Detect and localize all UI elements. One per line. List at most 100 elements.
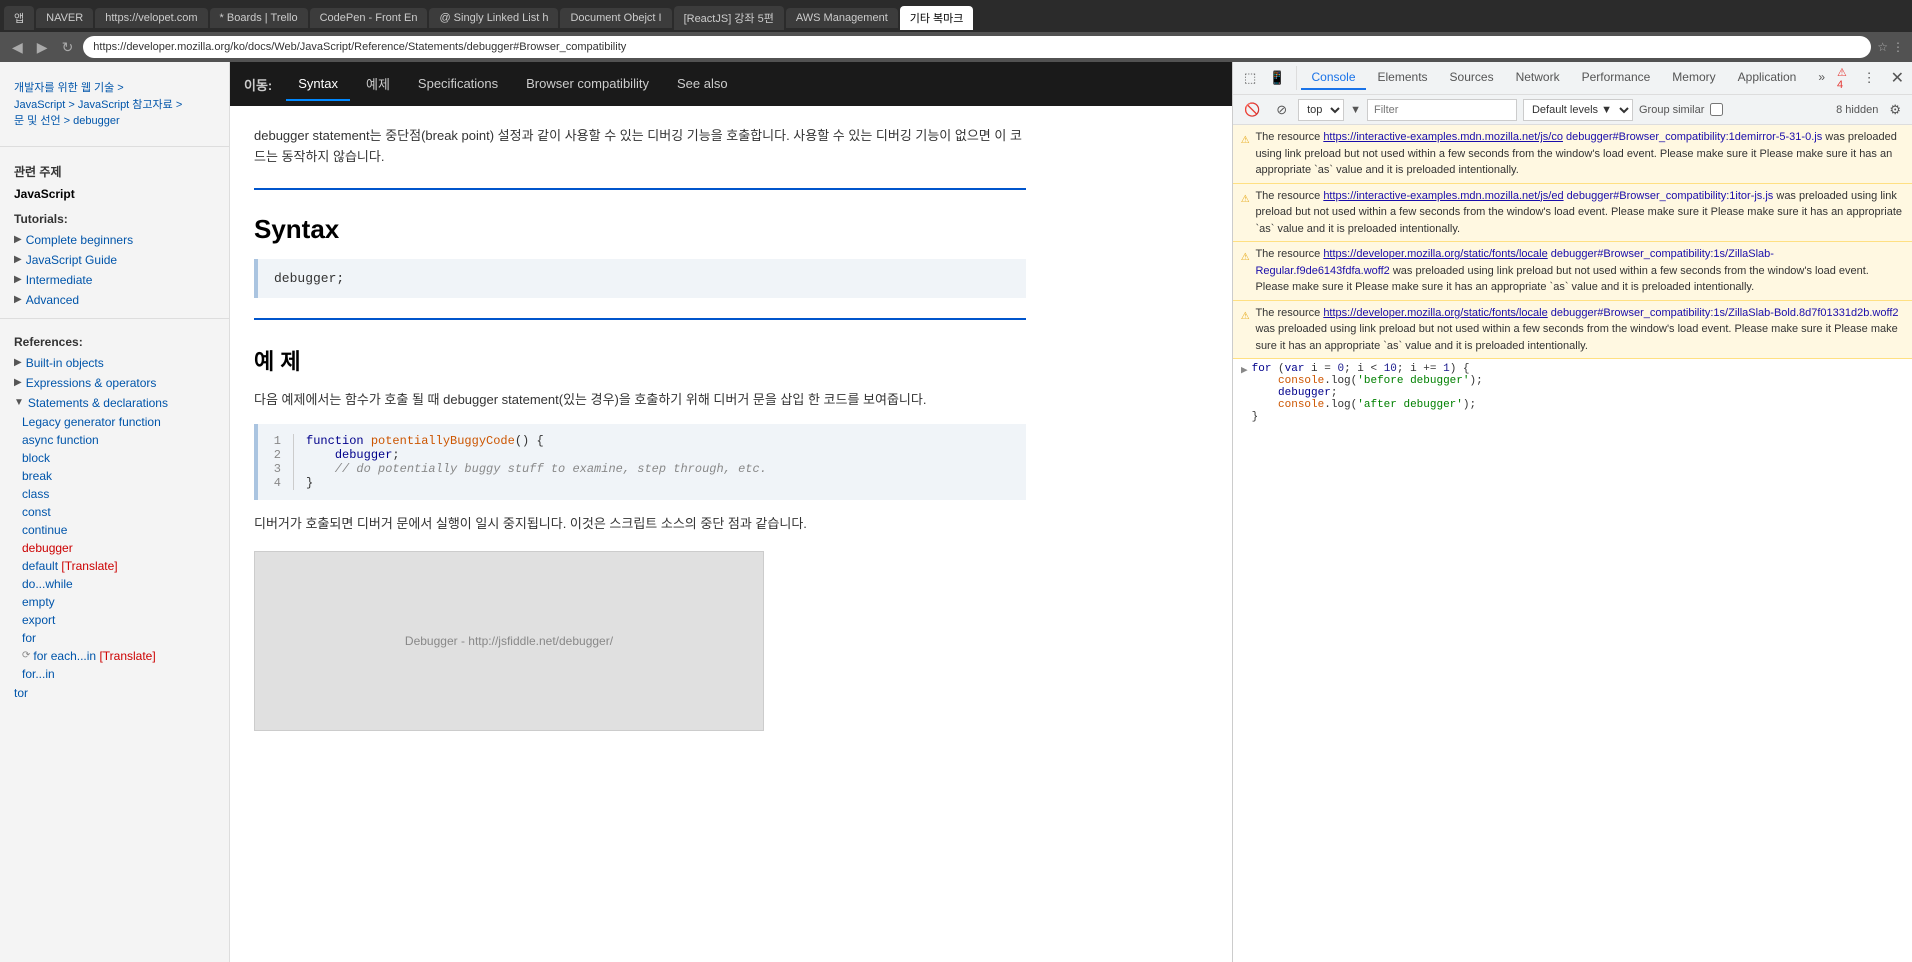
tab-codepen[interactable]: CodePen - Front En xyxy=(310,8,428,28)
references-label: References: xyxy=(0,327,229,353)
tab-reactjs[interactable]: [ReactJS] 강좌 5편 xyxy=(674,6,784,30)
context-select[interactable]: top xyxy=(1298,99,1344,121)
sidebar-item-tor[interactable]: tor xyxy=(0,683,229,703)
sidebar-item-advanced[interactable]: ▶ Advanced xyxy=(0,290,229,310)
warning-icon-4: ⚠ xyxy=(1241,306,1249,327)
related-section-title: 관련 주제 xyxy=(0,155,229,184)
sidebar-item-class[interactable]: class xyxy=(22,485,229,503)
sidebar-item-expressions[interactable]: ▶ Expressions & operators xyxy=(0,373,229,393)
group-similar-checkbox[interactable] xyxy=(1710,103,1723,116)
sidebar-item-label: Expressions & operators xyxy=(26,376,157,390)
devtools-settings-icon[interactable]: ⚙ xyxy=(1884,100,1906,120)
content-area: 이동: Syntax 예제 Specifications Browser com… xyxy=(230,62,1232,962)
tab-see-also[interactable]: See also xyxy=(665,68,740,101)
devtools-mobile-icon[interactable]: 📱 xyxy=(1264,68,1290,88)
console-warning-4: ⚠ The resource https://developer.mozilla… xyxy=(1233,301,1912,360)
expand-arrow-icon: ▶ xyxy=(14,294,22,305)
tab-syntax[interactable]: Syntax xyxy=(286,68,350,101)
sidebar-item-complete-beginners[interactable]: ▶ Complete beginners xyxy=(0,230,229,250)
main-container: 개발자를 위한 웹 기술 >JavaScript > JavaScript 참고… xyxy=(0,62,1912,962)
tab-trello[interactable]: * Boards | Trello xyxy=(210,8,308,28)
filter-input[interactable] xyxy=(1367,99,1517,121)
tab-example[interactable]: 예제 xyxy=(354,66,402,103)
tab-current[interactable]: 기타 복마크 xyxy=(900,6,974,30)
warning-link-2[interactable]: https://interactive-examples.mdn.mozilla… xyxy=(1323,190,1563,202)
devtools-tab-sources[interactable]: Sources xyxy=(1440,66,1504,90)
example-intro: 다음 예제에서는 함수가 호출 될 때 debugger statement(있… xyxy=(254,390,1026,411)
address-input[interactable] xyxy=(83,36,1871,58)
forward-button[interactable]: ▶ xyxy=(33,37,52,58)
warning-link-3[interactable]: https://developer.mozilla.org/static/fon… xyxy=(1323,248,1547,260)
devtools-close-button[interactable]: ✕ xyxy=(1887,68,1908,88)
sidebar-item-break[interactable]: break xyxy=(22,467,229,485)
example-heading: 예 제 xyxy=(254,344,1026,376)
tab-naver[interactable]: NAVER xyxy=(36,8,93,28)
sidebar-item-continue[interactable]: continue xyxy=(22,521,229,539)
sidebar-item-for[interactable]: for xyxy=(22,629,229,647)
warning-icon-2: ⚠ xyxy=(1241,189,1249,210)
devtools-inspect-icon[interactable]: ⬚ xyxy=(1239,68,1261,88)
example-code-block: 1 function potentiallyBuggyCode() { 2 de… xyxy=(254,424,1026,500)
warning-icon-3: ⚠ xyxy=(1241,247,1249,268)
sidebar-item-statements[interactable]: ▼ Statements & declarations xyxy=(0,393,229,413)
warning-link-anchor-4[interactable]: debugger#Browser_compatibility:1s/ZillaS… xyxy=(1551,307,1899,319)
devtools-tab-performance[interactable]: Performance xyxy=(1572,66,1661,90)
javascript-label[interactable]: JavaScript xyxy=(0,184,229,204)
sidebar-item-empty[interactable]: empty xyxy=(22,593,229,611)
menu-icon[interactable]: ⋮ xyxy=(1892,40,1904,54)
warning-link-1[interactable]: https://interactive-examples.mdn.mozilla… xyxy=(1323,131,1563,143)
sidebar-item-label: JavaScript Guide xyxy=(26,253,117,267)
warning-text-2: The resource https://interactive-example… xyxy=(1255,188,1904,238)
tab-browser-compat[interactable]: Browser compatibility xyxy=(514,68,661,101)
console-filter-icon[interactable]: ⊘ xyxy=(1271,100,1292,120)
sidebar-item-for-each-in[interactable]: for each...in [Translate] xyxy=(33,649,155,663)
devtools-tabs-bar: Console Elements Sources Network Perform… xyxy=(1297,62,1912,94)
sidebar-item-default[interactable]: default [Translate] xyxy=(22,557,229,575)
warning-link-anchor-1[interactable]: debugger#Browser_compatibility:1demirror… xyxy=(1566,131,1822,143)
sidebar-item-async-fn[interactable]: async function xyxy=(22,431,229,449)
devtools-tab-application[interactable]: Application xyxy=(1728,66,1807,90)
line-code-2: debugger; xyxy=(306,448,400,462)
sidebar-item-export[interactable]: export xyxy=(22,611,229,629)
syntax-code-block: debugger; xyxy=(254,259,1026,298)
tab-aws[interactable]: AWS Management xyxy=(786,8,898,28)
sidebar-item-dowhile[interactable]: do...while xyxy=(22,575,229,593)
sidebar-item-block[interactable]: block xyxy=(22,449,229,467)
console-clear-icon[interactable]: 🚫 xyxy=(1239,100,1265,120)
warning-link-4[interactable]: https://developer.mozilla.org/static/fon… xyxy=(1323,307,1547,319)
sidebar-item-const[interactable]: const xyxy=(22,503,229,521)
sidebar-item-intermediate[interactable]: ▶ Intermediate xyxy=(0,270,229,290)
tab-linkedlist[interactable]: @ Singly Linked List h xyxy=(429,8,558,28)
back-button[interactable]: ◀ xyxy=(8,37,27,58)
default-levels-select[interactable]: Default levels ▼ xyxy=(1523,99,1633,121)
breadcrumb-text: 개발자를 위한 웹 기술 >JavaScript > JavaScript 참고… xyxy=(14,82,182,127)
tab-specifications[interactable]: Specifications xyxy=(406,68,510,101)
expand-arrow-icon: ▼ xyxy=(14,397,24,408)
star-icon[interactable]: ☆ xyxy=(1877,40,1888,54)
console-expand-arrow[interactable]: ▶ xyxy=(1241,363,1248,377)
syntax-heading: Syntax xyxy=(254,214,1026,245)
devtools-tab-more[interactable]: » xyxy=(1808,66,1835,90)
sidebar-item-legacy-gen[interactable]: Legacy generator function xyxy=(22,413,229,431)
translate-badge: [Translate] xyxy=(61,559,117,573)
sidebar-item-debugger[interactable]: debugger xyxy=(22,539,229,557)
group-similar-label: Group similar xyxy=(1639,104,1704,116)
sidebar-item-for-in[interactable]: for...in xyxy=(22,665,229,683)
code-line-2: 2 debugger; xyxy=(258,448,1026,462)
warning-link-anchor-2[interactable]: debugger#Browser_compatibility:1itor-js.… xyxy=(1567,190,1774,202)
tab-document[interactable]: Document Obejct I xyxy=(560,8,671,28)
devtools-tab-console[interactable]: Console xyxy=(1301,66,1365,90)
devtools-more-icon[interactable]: ⋮ xyxy=(1858,68,1881,88)
reload-button[interactable]: ↻ xyxy=(58,37,78,58)
devtools-tab-memory[interactable]: Memory xyxy=(1662,66,1725,90)
tab-app[interactable]: 앱 xyxy=(4,6,34,30)
devtools-tab-elements[interactable]: Elements xyxy=(1368,66,1438,90)
tutorials-label: Tutorials: xyxy=(0,204,229,230)
sidebar-item-js-guide[interactable]: ▶ JavaScript Guide xyxy=(0,250,229,270)
warning-icon-1: ⚠ xyxy=(1241,130,1249,151)
tab-velopet[interactable]: https://velopet.com xyxy=(95,8,207,28)
expand-arrow-icon: ▶ xyxy=(14,254,22,265)
sidebar-item-label: Intermediate xyxy=(26,273,93,287)
devtools-tab-network[interactable]: Network xyxy=(1506,66,1570,90)
sidebar-item-builtins[interactable]: ▶ Built-in objects xyxy=(0,353,229,373)
